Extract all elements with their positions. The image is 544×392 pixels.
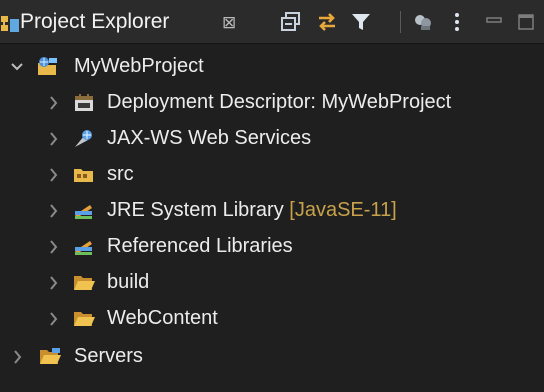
- chevron-right-icon[interactable]: [46, 166, 62, 184]
- chevron-right-icon[interactable]: [46, 238, 62, 256]
- tree-item-jax-ws-web-services[interactable]: JAX-WS Web Services: [0, 121, 544, 157]
- folder-icon: [72, 272, 96, 294]
- chevron-down-icon[interactable]: [9, 58, 25, 76]
- tree-item-label: WebContent: [107, 307, 218, 329]
- filter-icon[interactable]: [348, 9, 374, 35]
- tree-item-referenced-libraries[interactable]: Referenced Libraries: [0, 229, 544, 265]
- tree-item-label: JRE System Library [JavaSE-11]: [107, 199, 397, 222]
- view-menu-icon[interactable]: [444, 9, 470, 35]
- view-header: Project Explorer ⊠: [0, 0, 544, 44]
- library-icon: [72, 200, 96, 222]
- focus-on-active-task-icon[interactable]: [410, 9, 436, 35]
- chevron-right-icon[interactable]: [46, 202, 62, 220]
- toolbar-separator: [400, 11, 401, 33]
- tree-item-deployment-descriptor[interactable]: Deployment Descriptor: MyWebProject: [0, 85, 544, 121]
- library-name: JRE System Library: [107, 199, 284, 221]
- tree-item-label: src: [107, 163, 134, 185]
- view-title[interactable]: Project Explorer: [20, 10, 169, 34]
- chevron-right-icon[interactable]: [46, 94, 62, 112]
- tree-item-build[interactable]: build: [0, 265, 544, 301]
- web-services-icon: [72, 128, 96, 150]
- tree-item-src[interactable]: src: [0, 157, 544, 193]
- deployment-descriptor-icon: [72, 92, 96, 114]
- tree-item-jre-system-library[interactable]: JRE System Library [JavaSE-11]: [0, 193, 544, 229]
- project-explorer-view: Project Explorer ⊠ MyWebProject Deployme…: [0, 0, 544, 392]
- library-icon: [72, 236, 96, 258]
- close-view-icon[interactable]: ⊠: [222, 14, 236, 31]
- tree-item-label: Deployment Descriptor: MyWebProject: [107, 91, 452, 113]
- collapse-all-icon[interactable]: [278, 9, 304, 35]
- source-folder-icon: [72, 164, 96, 186]
- tree-item-webcontent[interactable]: WebContent: [0, 301, 544, 337]
- link-with-editor-icon[interactable]: [314, 9, 340, 35]
- library-decoration: [JavaSE-11]: [289, 199, 397, 221]
- project-explorer-icon: [0, 13, 20, 35]
- chevron-right-icon[interactable]: [46, 274, 62, 292]
- tree-item-label: JAX-WS Web Services: [107, 127, 312, 149]
- web-project-icon: [36, 56, 60, 78]
- tree-item-label: Referenced Libraries: [107, 235, 293, 257]
- chevron-right-icon[interactable]: [46, 130, 62, 148]
- tree-item-mywebproject[interactable]: MyWebProject: [0, 49, 544, 85]
- chevron-right-icon[interactable]: [10, 348, 26, 366]
- folder-icon: [72, 308, 96, 330]
- tree-item-servers[interactable]: Servers: [0, 339, 544, 375]
- chevron-right-icon[interactable]: [46, 310, 62, 328]
- tree-item-label: Servers: [74, 345, 143, 367]
- servers-folder-icon: [38, 346, 62, 368]
- tree-item-label: MyWebProject: [74, 55, 204, 77]
- tree-item-label: build: [107, 271, 150, 293]
- maximize-icon[interactable]: [514, 9, 540, 35]
- minimize-icon[interactable]: [482, 9, 508, 35]
